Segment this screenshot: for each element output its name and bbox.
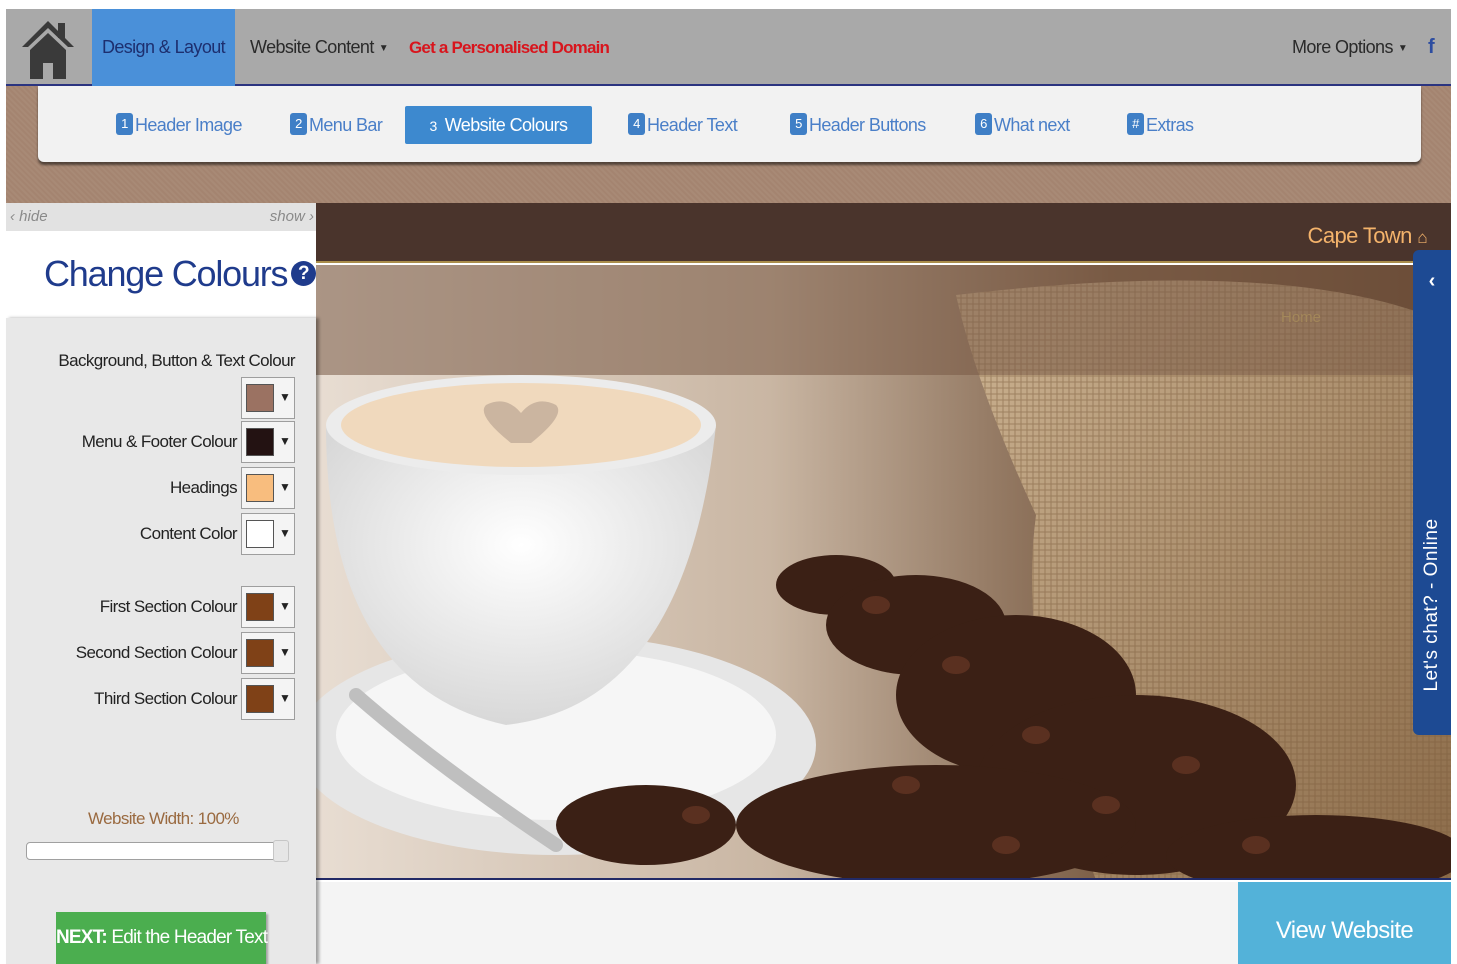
top-navbar: Design & Layout Website Content ▼ Get a P… (6, 9, 1451, 86)
nav-more-options-label: More Options (1292, 37, 1393, 57)
colour-swatch (246, 428, 274, 456)
panel-toggle-bar: ‹ hide show › (6, 203, 316, 231)
show-panel-link[interactable]: show › (270, 208, 314, 225)
step-website-colours[interactable]: 3 Website Colours (405, 106, 592, 144)
page: Design & Layout Website Content ▼ Get a P… (0, 0, 1457, 964)
chevron-left-icon[interactable]: ‹ (1413, 270, 1451, 293)
hide-panel-link[interactable]: ‹ hide (10, 208, 48, 225)
colour-swatch (246, 474, 274, 502)
website-width-slider[interactable] (26, 840, 289, 862)
chat-label: Let's chat? - Online (1421, 518, 1442, 692)
colour-swatch (246, 384, 274, 412)
step-number: 3 (429, 118, 438, 134)
nav-website-content[interactable]: Website Content ▼ (250, 9, 389, 86)
step-what-next[interactable]: 6 What next (975, 106, 1070, 144)
background-colour-picker[interactable]: ▼ (241, 377, 295, 419)
dropdown-arrow-icon: ▼ (279, 645, 291, 659)
step-menu-bar[interactable]: 2 Menu Bar (290, 106, 383, 144)
step-number-badge: 2 (290, 113, 307, 136)
caret-down-icon: ▼ (1397, 42, 1408, 54)
menu-footer-colour-picker[interactable]: ▼ (241, 421, 295, 463)
colour-row-label: Second Section Colour (75, 643, 238, 662)
step-label: Header Text (647, 115, 738, 135)
step-label: Header Image (135, 115, 242, 135)
step-label: Menu Bar (309, 115, 383, 135)
panel-header: Change Colours? (6, 231, 317, 318)
dropdown-arrow-icon: ▼ (279, 599, 291, 613)
website-width-label: Website Width: 100% (88, 809, 239, 829)
step-number-badge: 5 (790, 113, 807, 136)
view-website-button[interactable]: View Website (1238, 882, 1451, 964)
preview-header-bar: Cape Town ⌂ (316, 203, 1451, 263)
step-extras[interactable]: # Extras (1127, 106, 1194, 144)
location-label[interactable]: Cape Town ⌂ (1307, 223, 1428, 249)
chat-tab[interactable]: ‹ Let's chat? - Online (1413, 250, 1451, 735)
colour-swatch (246, 593, 274, 621)
dropdown-arrow-icon: ▼ (279, 691, 291, 705)
colour-row-label: Menu & Footer Colour (81, 432, 238, 451)
colour-row-label: Content Color (139, 524, 238, 543)
colour-swatch (246, 520, 274, 548)
nav-design-layout[interactable]: Design & Layout (92, 9, 235, 86)
colour-swatch (246, 685, 274, 713)
home-small-icon: ⌂ (1417, 228, 1427, 247)
first-section-colour-picker[interactable]: ▼ (241, 586, 295, 628)
step-label: What next (994, 115, 1070, 135)
show-label: show (269, 208, 305, 225)
content-area (316, 882, 1238, 964)
dropdown-arrow-icon: ▼ (279, 480, 291, 494)
nav-personalised-domain[interactable]: Get a Personalised Domain (409, 9, 610, 86)
next-label: Edit the Header Text (111, 927, 268, 948)
caret-down-icon: ▼ (378, 42, 389, 54)
step-header-buttons[interactable]: 5 Header Buttons (790, 106, 926, 144)
panel-title-text: Change Colours (44, 253, 289, 294)
next-bold-label: NEXT: (56, 927, 108, 948)
location-text: Cape Town (1307, 223, 1413, 248)
colour-row-label: First Section Colour (99, 597, 238, 616)
nav-more-options[interactable]: More Options ▼ (1292, 9, 1408, 86)
next-button[interactable]: NEXT: Edit the Header Text (56, 912, 268, 964)
chevron-right-icon: › (309, 208, 314, 225)
step-number-badge: # (1127, 113, 1144, 136)
steps-bar: 1 Header Image 2 Menu Bar 3 Website Colours… (38, 86, 1421, 162)
help-icon[interactable]: ? (291, 260, 317, 286)
colour-row-label: Headings (169, 478, 238, 497)
colour-swatch (246, 639, 274, 667)
website-width-text: Website Width: (88, 809, 194, 828)
slider-handle[interactable] (273, 840, 289, 862)
hide-label: hide (19, 208, 48, 225)
dropdown-arrow-icon: ▼ (279, 390, 291, 404)
panel-title: Change Colours? (44, 253, 317, 295)
facebook-icon[interactable]: f (1428, 9, 1435, 86)
step-number-badge: 1 (116, 113, 133, 136)
colour-panel: Background, Button & Text Colour ▼ Menu … (6, 318, 316, 964)
chevron-left-icon: ‹ (10, 208, 15, 225)
third-section-colour-picker[interactable]: ▼ (241, 678, 295, 720)
colour-row-label: Background, Button & Text Colour (58, 351, 295, 370)
step-label: Extras (1146, 115, 1194, 135)
step-label: Website Colours (444, 115, 568, 135)
nav-website-content-label: Website Content (250, 37, 374, 57)
dropdown-arrow-icon: ▼ (279, 526, 291, 540)
dropdown-arrow-icon: ▼ (279, 434, 291, 448)
headings-colour-picker[interactable]: ▼ (241, 467, 295, 509)
home-icon[interactable] (20, 19, 76, 81)
hero-home-link[interactable]: Home (1281, 309, 1321, 326)
content-colour-picker[interactable]: ▼ (241, 513, 295, 555)
step-number-badge: 4 (628, 113, 645, 136)
second-section-colour-picker[interactable]: ▼ (241, 632, 295, 674)
hero-image: Home (316, 265, 1451, 880)
step-label: Header Buttons (809, 115, 926, 135)
step-header-image[interactable]: 1 Header Image (116, 106, 242, 144)
colour-row-label: Third Section Colour (94, 689, 238, 708)
nav-design-label: Design & Layout (101, 37, 226, 57)
website-width-value: 100% (197, 809, 240, 828)
step-header-text[interactable]: 4 Header Text (628, 106, 738, 144)
step-number-badge: 6 (975, 113, 992, 136)
